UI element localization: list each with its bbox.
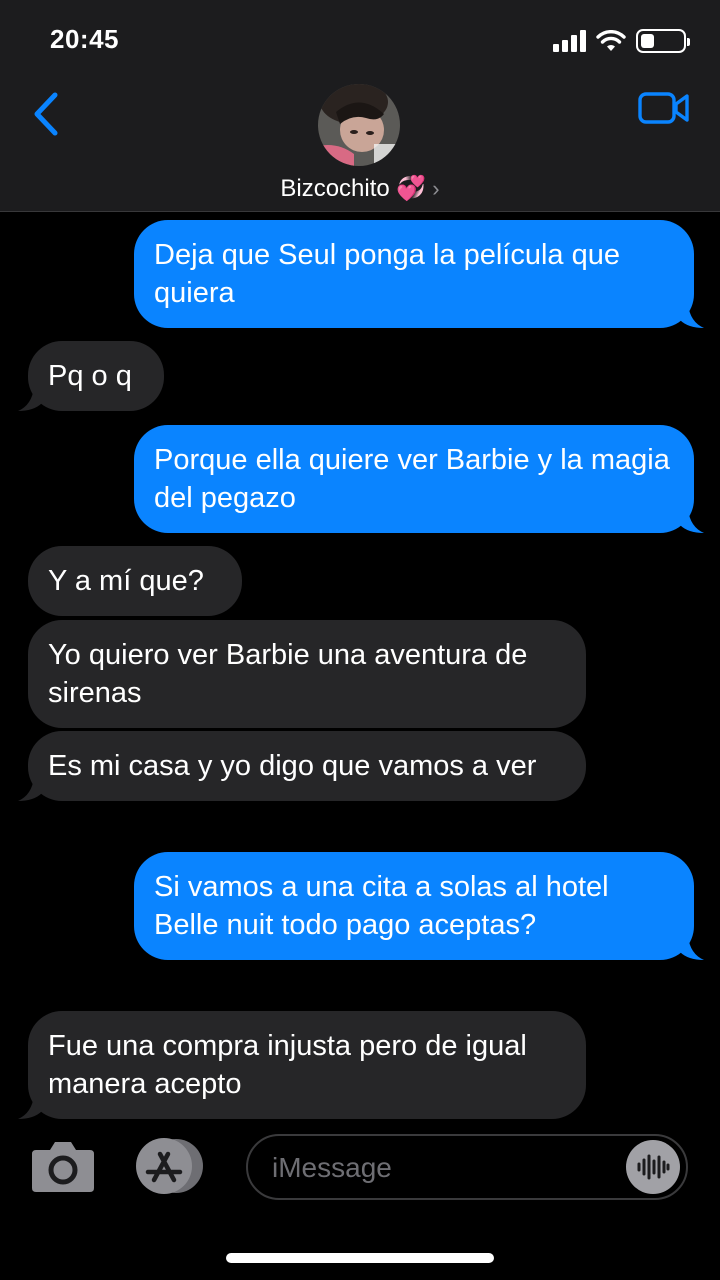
message-text: Si vamos a una cita a solas al hotel Bel… bbox=[154, 871, 609, 941]
wifi-icon bbox=[596, 30, 626, 51]
waveform-icon bbox=[637, 1154, 670, 1180]
imessage-placeholder: iMessage bbox=[272, 1152, 392, 1183]
contact-avatar[interactable] bbox=[318, 84, 400, 166]
camera-icon[interactable] bbox=[30, 1138, 96, 1194]
status-time: 20:45 bbox=[50, 24, 119, 54]
battery-icon bbox=[636, 29, 690, 53]
composer-bar: iMessage bbox=[0, 1128, 720, 1208]
bubble-tail bbox=[18, 1095, 42, 1119]
chevron-left-icon bbox=[34, 92, 58, 136]
bubble-tail bbox=[680, 304, 704, 328]
message-bubble-outgoing[interactable]: Porque ella quiere ver Barbie y la magia… bbox=[134, 425, 704, 533]
message-bubble-incoming[interactable]: Yo quiero ver Barbie una aventura de sir… bbox=[28, 620, 586, 728]
contact-name: Bizcochito 💞 bbox=[280, 175, 427, 202]
message-bubble-incoming[interactable]: Fue una compra injusta pero de igual man… bbox=[18, 1011, 586, 1119]
message-bubble-incoming[interactable]: Y a mí que? bbox=[28, 546, 242, 616]
back-button[interactable] bbox=[26, 88, 66, 140]
contact-name-button[interactable]: Bizcochito 💞 › bbox=[0, 174, 720, 203]
message-text: Deja que Seul ponga la película que quie… bbox=[154, 239, 620, 309]
message-text: Y a mí que? bbox=[48, 565, 204, 597]
bubble-tail bbox=[680, 509, 704, 533]
bubble-tail bbox=[18, 387, 42, 411]
conversation-header: 20:45 Bizcochito 💞 › bbox=[0, 0, 720, 212]
message-bubble-outgoing[interactable]: Deja que Seul ponga la película que quie… bbox=[134, 220, 704, 328]
message-text: Pq o q bbox=[48, 360, 132, 392]
message-text: Yo quiero ver Barbie una aventura de sir… bbox=[48, 639, 528, 709]
bubble-tail bbox=[18, 777, 42, 801]
cellular-signal-icon bbox=[553, 30, 586, 52]
status-icons bbox=[553, 26, 690, 56]
video-camera-icon[interactable] bbox=[638, 88, 690, 128]
chevron-right-icon: › bbox=[432, 175, 440, 201]
message-text: Porque ella quiere ver Barbie y la magia… bbox=[154, 444, 670, 514]
message-bubble-incoming[interactable]: Es mi casa y yo digo que vamos a ver bbox=[18, 731, 586, 801]
home-indicator[interactable] bbox=[226, 1253, 494, 1263]
imessage-input[interactable]: iMessage bbox=[246, 1134, 688, 1200]
audio-record-button[interactable] bbox=[626, 1140, 680, 1194]
bubble-tail bbox=[680, 936, 704, 960]
app-store-icon[interactable] bbox=[134, 1138, 208, 1194]
message-bubble-incoming[interactable]: Pq o q bbox=[18, 341, 164, 411]
message-text: Fue una compra injusta pero de igual man… bbox=[48, 1030, 527, 1100]
message-text: Es mi casa y yo digo que vamos a ver bbox=[48, 750, 537, 782]
message-bubble-outgoing[interactable]: Si vamos a una cita a solas al hotel Bel… bbox=[134, 852, 704, 960]
